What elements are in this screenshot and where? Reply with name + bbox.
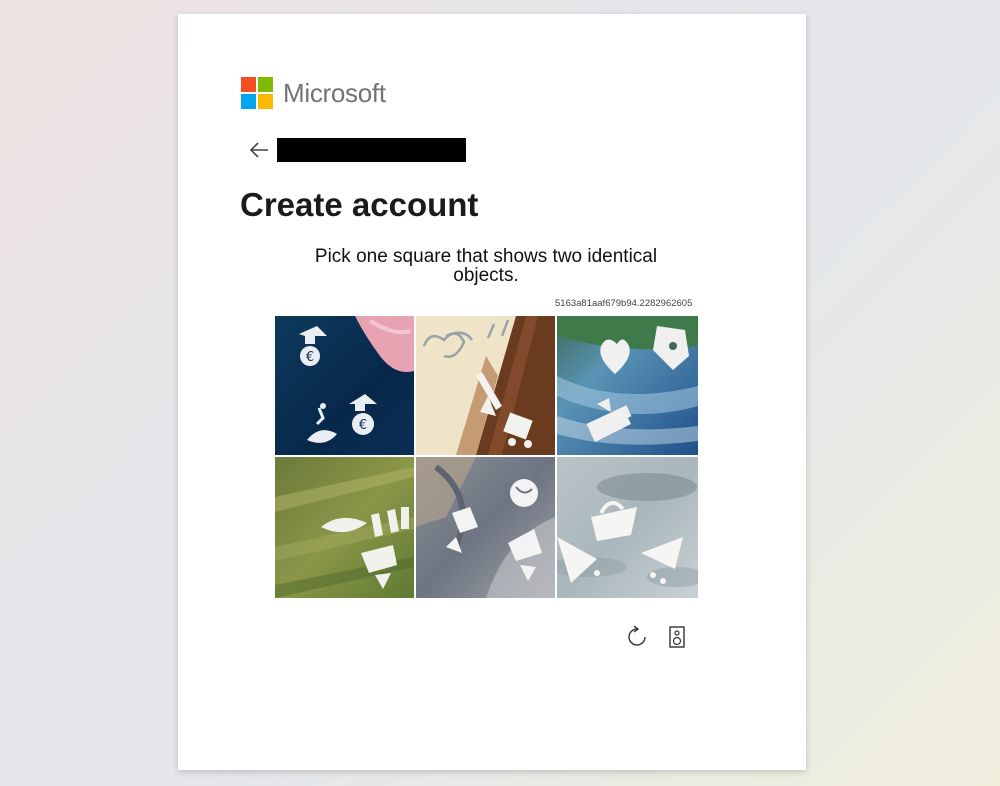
challenge-controls	[624, 624, 690, 650]
session-id: 5163a81aaf679b94.2282962605	[555, 298, 693, 309]
audio-speaker-icon[interactable]	[664, 624, 690, 650]
challenge-image-grid: € €	[275, 316, 698, 598]
challenge-tile-6[interactable]	[557, 457, 698, 598]
identity-row	[248, 138, 466, 162]
challenge-tile-2[interactable]	[416, 316, 555, 455]
svg-text:€: €	[359, 418, 367, 433]
svg-text:€: €	[306, 350, 314, 365]
challenge-tile-1[interactable]: € €	[275, 316, 414, 455]
back-arrow-icon[interactable]	[248, 139, 270, 161]
challenge-tile-4[interactable]	[275, 457, 414, 598]
page-title: Create account	[240, 186, 479, 223]
microsoft-logo-icon	[241, 77, 273, 109]
brand-name: Microsoft	[283, 77, 386, 108]
redacted-identity	[277, 138, 466, 162]
challenge-tile-5[interactable]	[416, 457, 555, 598]
challenge-tile-3[interactable]	[557, 316, 698, 455]
reload-icon[interactable]	[624, 624, 650, 650]
challenge-prompt: Pick one square that shows two identical…	[314, 246, 658, 286]
signup-card: Microsoft Create account Pick one square…	[178, 14, 806, 770]
microsoft-logo: Microsoft	[241, 77, 386, 109]
